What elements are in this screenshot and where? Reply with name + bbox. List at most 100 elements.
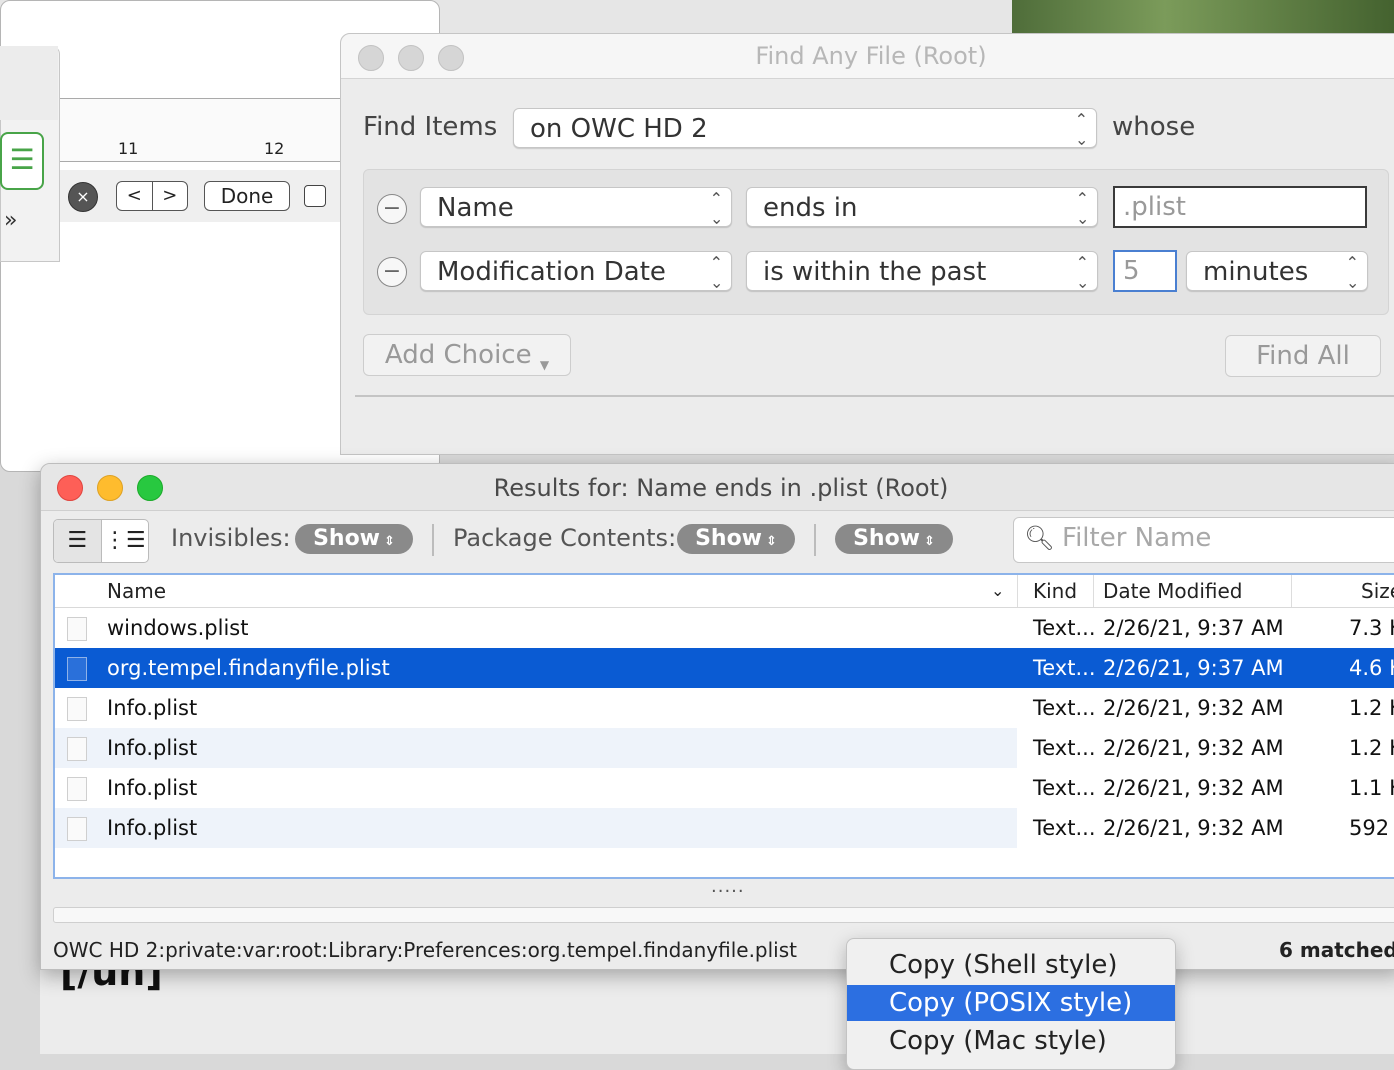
row-date: 2/26/21, 9:32 AM <box>1103 696 1284 720</box>
separator <box>814 524 816 556</box>
find-all-button[interactable]: Find All <box>1225 335 1381 377</box>
add-choice-button[interactable]: Add Choice ▼ <box>363 334 571 376</box>
search-icon: 🔍︎ <box>1024 524 1055 552</box>
attribute-value: Modification Date <box>437 257 666 287</box>
clear-search-icon[interactable]: ⨯ <box>68 182 98 212</box>
filter-placeholder: Filter Name <box>1062 523 1212 553</box>
background-area <box>40 966 1394 1054</box>
ruler-tick-label: 12 <box>264 139 285 158</box>
location-popup[interactable]: on OWC HD 2 ⌃ ⌃ <box>513 108 1097 148</box>
whose-label: whose <box>1112 112 1196 142</box>
column-divider <box>1093 575 1094 607</box>
find-window-titlebar: Find Any File (Root) <box>341 34 1394 79</box>
name-value-field[interactable]: .plist <box>1113 186 1367 228</box>
row-name: Info.plist <box>107 816 198 840</box>
column-header-date[interactable]: Date Modified <box>1103 579 1243 603</box>
horizontal-scrollbar[interactable] <box>53 907 1394 923</box>
copy-context-menu: Copy (Shell style) Copy (POSIX style) Co… <box>846 938 1176 1070</box>
separator <box>432 524 434 556</box>
chevron-right-icon[interactable]: » <box>4 208 17 233</box>
operator-popup[interactable]: is within the past ⌃ ⌃ <box>746 251 1098 291</box>
popup-arrows-icon: ⌃ ⌃ <box>709 189 723 228</box>
popup-arrows-icon: ⌃ ⌃ <box>1075 189 1089 228</box>
table-row[interactable]: Info.plist Text... 2/26/21, 9:32 AM 1.2 … <box>55 688 1394 728</box>
row-kind: Text... <box>1033 656 1096 680</box>
popup-arrows-icon: ⌃ ⌃ <box>1075 253 1089 292</box>
row-name: Info.plist <box>107 736 198 760</box>
list-icon[interactable]: ☰ <box>0 132 44 190</box>
column-header-size[interactable]: Size <box>1361 579 1394 603</box>
table-row[interactable]: Info.plist Text... 2/26/21, 9:32 AM 592 <box>55 808 1394 848</box>
list-view-icon[interactable]: ☰ <box>54 520 102 562</box>
table-row[interactable]: windows.plist Text... 2/26/21, 9:37 AM 7… <box>55 608 1394 648</box>
row-date: 2/26/21, 9:32 AM <box>1103 776 1284 800</box>
filter-name-field[interactable]: 🔍︎ Filter Name <box>1013 517 1394 563</box>
operator-popup[interactable]: ends in ⌃ ⌃ <box>746 187 1098 227</box>
column-divider <box>1017 575 1018 607</box>
invisibles-value: Show <box>313 526 381 551</box>
row-name: Info.plist <box>107 696 198 720</box>
column-header-kind[interactable]: Kind <box>1033 579 1077 603</box>
operator-value: is within the past <box>763 257 987 287</box>
tree-view-icon[interactable]: ⋮☰ <box>102 520 149 562</box>
row-kind: Text... <box>1033 696 1096 720</box>
ruler-tick-label: 11 <box>118 139 139 158</box>
package-contents-label: Package Contents: <box>453 524 677 552</box>
table-row[interactable]: Info.plist Text... 2/26/21, 9:32 AM 1.1 … <box>55 768 1394 808</box>
menu-item-copy-shell[interactable]: Copy (Shell style) <box>847 947 1175 983</box>
attribute-popup[interactable]: Modification Date ⌃ ⌃ <box>420 251 732 291</box>
third-show-toggle[interactable]: Show ⇕ <box>835 524 953 554</box>
popup-arrows-icon: ⌃ ⌃ <box>1074 110 1088 149</box>
row-size: 1.1 K <box>1349 776 1394 800</box>
remove-criterion-button[interactable]: − <box>377 194 407 224</box>
results-titlebar: Results for: Name ends in .plist (Root) <box>41 464 1394 511</box>
attribute-popup[interactable]: Name ⌃ ⌃ <box>420 187 732 227</box>
find-items-label: Find Items <box>363 112 498 142</box>
minutes-count-field[interactable]: 5 <box>1113 250 1177 292</box>
find-bar <box>60 170 342 222</box>
table-row-selected[interactable]: org.tempel.findanyfile.plist Text... 2/2… <box>55 648 1394 688</box>
popup-arrows-icon: ⇕ <box>766 534 777 549</box>
previous-match-button[interactable]: < <box>117 182 153 210</box>
plist-file-icon <box>67 617 87 641</box>
menu-item-copy-posix[interactable]: Copy (POSIX style) <box>847 985 1175 1021</box>
invisibles-toggle[interactable]: Show ⇕ <box>295 524 413 554</box>
done-button[interactable]: Done <box>204 181 290 211</box>
row-name: windows.plist <box>107 616 249 640</box>
remove-criterion-button[interactable]: − <box>377 257 407 287</box>
column-header-name[interactable]: Name <box>107 579 166 603</box>
background-checkbox[interactable] <box>304 185 326 207</box>
plist-file-icon <box>67 737 87 761</box>
selected-file-path: OWC HD 2:private:var:root:Library:Prefer… <box>53 938 797 962</box>
matched-count: 6 matched <box>1279 938 1394 962</box>
row-kind: Text... <box>1033 616 1096 640</box>
plist-file-icon <box>67 657 87 681</box>
third-toggle-value: Show <box>853 526 921 551</box>
criteria-box: − Name ⌃ ⌃ ends in ⌃ ⌃ .plist − Modificati… <box>363 169 1389 315</box>
operator-value: ends in <box>763 193 858 223</box>
next-match-button[interactable]: > <box>153 182 188 210</box>
row-kind: Text... <box>1033 736 1096 760</box>
add-choice-label: Add Choice <box>384 340 532 370</box>
find-navigation: < > <box>116 181 188 211</box>
ruler: 11 12 <box>60 98 342 162</box>
time-unit-popup[interactable]: minutes ⌃ ⌃ <box>1186 251 1368 291</box>
results-table: Name ⌄ Kind Date Modified Size windows.p… <box>53 573 1394 879</box>
row-size: 1.2 K <box>1349 696 1394 720</box>
time-unit-value: minutes <box>1203 257 1309 287</box>
attribute-value: Name <box>437 193 514 223</box>
row-date: 2/26/21, 9:37 AM <box>1103 656 1284 680</box>
row-date: 2/26/21, 9:37 AM <box>1103 616 1284 640</box>
find-any-file-window: Find Any File (Root) Find Items on OWC H… <box>340 33 1394 455</box>
window-title: Results for: Name ends in .plist (Root) <box>493 474 949 502</box>
package-contents-toggle[interactable]: Show ⇕ <box>677 524 795 554</box>
table-row[interactable]: Info.plist Text... 2/26/21, 9:32 AM 1.2 … <box>55 728 1394 768</box>
window-title: Find Any File (Root) <box>755 42 987 70</box>
chevron-down-icon[interactable]: ⌄ <box>991 581 1004 600</box>
plist-file-icon <box>67 817 87 841</box>
table-header: Name ⌄ Kind Date Modified Size <box>55 575 1394 608</box>
results-window: Results for: Name ends in .plist (Root) … <box>40 463 1394 970</box>
split-view-handle[interactable]: ..... <box>711 876 745 897</box>
plist-file-icon <box>67 777 87 801</box>
invisibles-label: Invisibles: <box>171 524 291 552</box>
